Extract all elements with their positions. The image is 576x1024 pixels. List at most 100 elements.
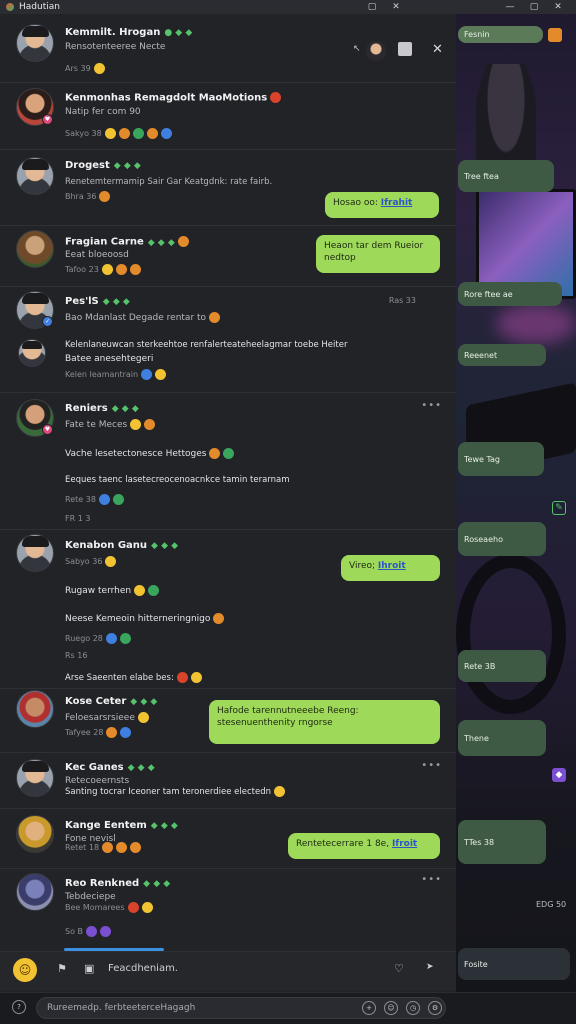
- scene-meta: EDG 50: [536, 900, 567, 909]
- message-text: Arse Saeenten elabe bes:: [65, 672, 202, 683]
- contact-name: Kenabon Ganu ◆ ◆ ◆: [65, 540, 179, 551]
- message-text: Neese Kemeoin hitterneringnigo: [65, 613, 225, 624]
- avatar[interactable]: [16, 815, 54, 853]
- scene-purple-icon: ◆: [552, 768, 566, 782]
- chat-icon[interactable]: ▣: [84, 962, 94, 975]
- contact-sub: Rensotenteeree Necte: [65, 42, 166, 52]
- message-meta: So B: [65, 926, 112, 937]
- scene-bubble: Tewe Tag: [458, 442, 544, 476]
- close-icon[interactable]: ✕: [432, 42, 443, 57]
- message-meta: Kelen Ieamantrain: [65, 369, 167, 380]
- clock-icon[interactable]: ◷: [406, 1001, 420, 1015]
- close-icon[interactable]: ✕: [384, 2, 408, 12]
- outgoing-bubble[interactable]: Rentetecerrare 1 8e, Ifroit: [288, 833, 440, 859]
- contact-name: Kemmilt. Hrogan ● ◆ ◆: [65, 27, 193, 38]
- contact-sub: Fate te Meces: [65, 419, 156, 430]
- scene-bubble: Thene: [458, 720, 546, 756]
- avatar[interactable]: [16, 157, 54, 195]
- scene-bubble: Roseaeho: [458, 522, 546, 556]
- message-text: Santing tocrar Iceoner tam teronerdiee e…: [65, 786, 286, 797]
- message-meta: Tafoo 23: [65, 264, 141, 275]
- contact-name: Drogest ◆ ◆ ◆: [65, 160, 141, 171]
- compose-input[interactable]: Feacdheniam.: [108, 963, 178, 974]
- maximize-icon[interactable]: ▢: [522, 2, 546, 12]
- status-badge: ♥: [42, 114, 53, 125]
- contact-sub: Feloesarsrsieee: [65, 712, 149, 723]
- message-text: Batee anesehtegeri: [65, 354, 154, 364]
- contact-sub: Eeat bloeoosd: [65, 250, 129, 260]
- back-arrow-icon[interactable]: ↖: [353, 44, 361, 54]
- heart-icon[interactable]: ♡: [394, 962, 404, 975]
- scene-bubble: Reeenet: [458, 344, 546, 366]
- more-options-icon[interactable]: •••: [421, 760, 442, 771]
- headset: [456, 554, 566, 714]
- contact-name: Kange Eentem ◆ ◆ ◆: [65, 820, 178, 831]
- avatar[interactable]: [16, 24, 54, 62]
- restore-icon[interactable]: ▢: [360, 2, 384, 12]
- message-text: Rugaw terrhen: [65, 585, 160, 596]
- message-meta: Tafyee 28: [65, 727, 132, 738]
- contact-name: Kec Ganes ◆ ◆ ◆: [65, 762, 155, 773]
- scene-bubble: Rore ftee ae: [458, 282, 562, 306]
- contact-name: Kose Ceter ◆ ◆ ◆: [65, 696, 158, 707]
- contact-sub: Bao Mdanlast Degade rentar to: [65, 312, 221, 323]
- header-avatar[interactable]: [366, 41, 386, 61]
- app-icon: [6, 3, 14, 11]
- message-text: Vache lesetectonesce Hettoges: [65, 448, 235, 459]
- flag-icon[interactable]: ⚑: [57, 962, 67, 975]
- scene-emoji-icon: [548, 28, 562, 42]
- message-meta: Rete 38: [65, 494, 124, 505]
- message-meta: Bee Momarees: [65, 902, 153, 913]
- outgoing-bubble[interactable]: Hafode tarennutneeebe Reeng: stesenuenth…: [209, 700, 440, 744]
- avatar[interactable]: [16, 873, 54, 911]
- smile-icon[interactable]: ☺: [384, 1001, 398, 1015]
- scene-input: Fosite: [458, 948, 570, 980]
- contact-name: Reniers ◆ ◆ ◆: [65, 403, 139, 414]
- contact-name: Fragian Carne ◆ ◆ ◆: [65, 236, 189, 248]
- avatar[interactable]: [16, 759, 54, 797]
- scene-green-icon: ✎: [552, 501, 566, 515]
- emoji-face-icon[interactable]: ☺: [13, 958, 37, 982]
- contact-name: Kenmonhas Remagdolt MaoMotions: [65, 92, 282, 104]
- message-text: Eeques taenc lasetecreocenoacnkce tamin …: [65, 475, 290, 485]
- background-scene: Fesnin Tree ftea Rore ftee ae Reeenet Te…: [456, 14, 576, 1024]
- contact-name: Reo Renkned ◆ ◆ ◆: [65, 878, 171, 889]
- message-text: Renetemtermamip Sair Gar Keatgdnk: rate …: [65, 177, 273, 187]
- window-title: Hadutian: [19, 2, 60, 12]
- message-meta: Ars 39: [65, 63, 105, 74]
- message-meta: Sakyo 38: [65, 128, 172, 139]
- message-meta: Ruego 28: [65, 633, 131, 644]
- message-time: Ras 33: [388, 296, 416, 305]
- window-titlebar: Hadutian ▢ ✕ — ▢ ✕: [0, 0, 576, 14]
- message-meta: Retet 18: [65, 842, 142, 853]
- compose-bar: [0, 951, 456, 991]
- avatar[interactable]: [16, 534, 54, 572]
- help-icon[interactable]: ?: [12, 1000, 26, 1014]
- reaction-icon[interactable]: +: [362, 1001, 376, 1015]
- message-text: Kelenlaneuwcan sterkeehtoe renfalerteate…: [65, 340, 348, 350]
- app-window: Hadutian ▢ ✕ — ▢ ✕ Fesnin Tree ftea Rore…: [0, 0, 576, 1024]
- contact-name: Pes'lS ◆ ◆ ◆: [65, 296, 130, 307]
- contact-sub: Tebdeciepe: [65, 892, 116, 902]
- send-icon[interactable]: ➤: [426, 962, 434, 972]
- avatar[interactable]: [16, 230, 54, 268]
- message-meta: Bhra 36: [65, 191, 111, 202]
- outgoing-bubble[interactable]: Vireo; Ihroit: [341, 555, 440, 581]
- minimize-icon[interactable]: —: [498, 2, 522, 12]
- verified-badge: ✓: [42, 316, 53, 327]
- message-meta: Rs 16: [65, 651, 88, 660]
- stop-square-icon[interactable]: [398, 42, 412, 56]
- status-badge: ♥: [42, 424, 53, 435]
- settings-icon[interactable]: ⚙: [428, 1001, 442, 1015]
- window-close-icon[interactable]: ✕: [546, 2, 570, 12]
- more-options-icon[interactable]: •••: [421, 400, 442, 411]
- outgoing-bubble[interactable]: Hosao oo: Ifrahit: [325, 192, 439, 218]
- outgoing-bubble[interactable]: Heaon tar dem Rueior nedtop: [316, 235, 440, 273]
- avatar[interactable]: [18, 339, 46, 367]
- more-options-icon[interactable]: •••: [421, 874, 442, 885]
- contact-sub: Retecoeernsts: [65, 776, 130, 786]
- avatar[interactable]: [16, 690, 54, 728]
- scene-bubble: TTes 38: [458, 820, 546, 864]
- message-meta: Sabyo 36: [65, 556, 117, 567]
- chat-panel: Kemmilt. Hrogan ● ◆ ◆ Rensotenteeree Nect…: [0, 14, 456, 1024]
